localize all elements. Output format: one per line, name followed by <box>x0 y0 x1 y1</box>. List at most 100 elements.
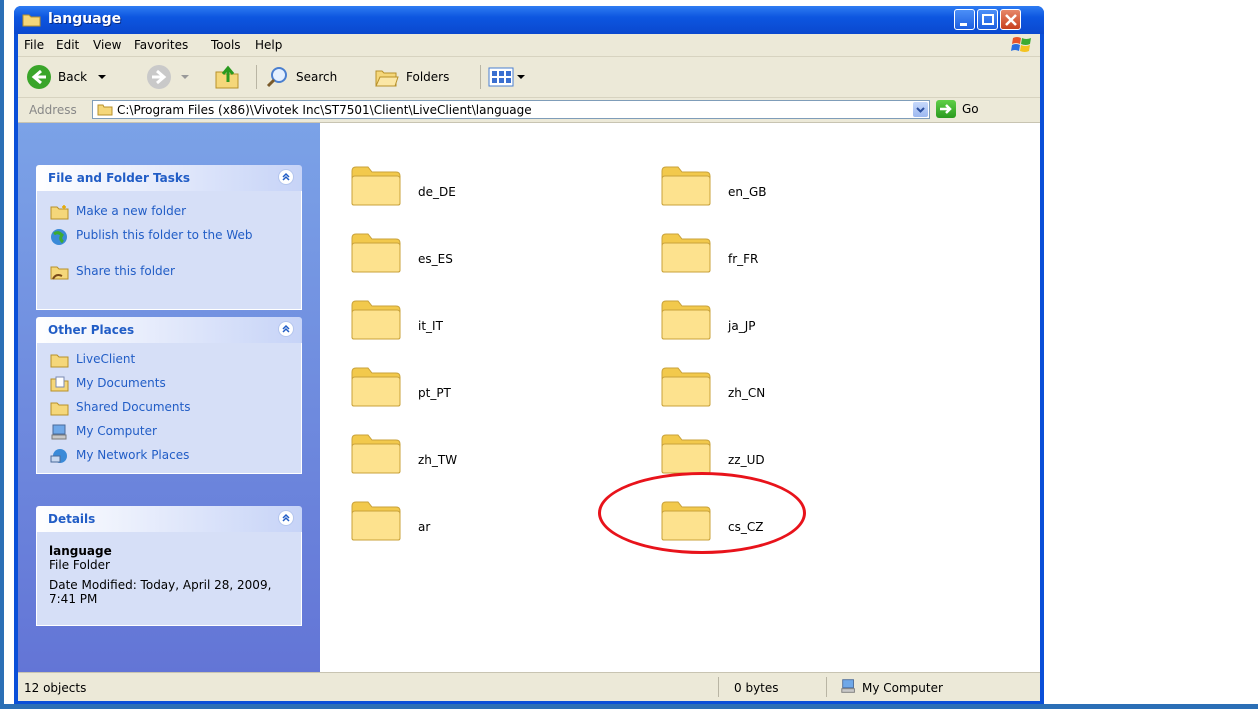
minimize-button[interactable] <box>954 9 975 30</box>
place-label: My Computer <box>76 424 157 438</box>
page-border-left <box>0 0 4 709</box>
forward-button[interactable] <box>146 63 192 91</box>
maximize-button[interactable] <box>977 9 998 30</box>
toolbar-separator <box>480 65 481 89</box>
address-bar: Address C:\Program Files (x86)\Vivotek I… <box>18 98 1040 123</box>
address-dropdown-button[interactable] <box>913 102 928 117</box>
title-bar[interactable]: language <box>14 6 1044 34</box>
back-button[interactable]: Back <box>26 63 109 91</box>
folder-name: en_GB <box>728 185 767 199</box>
task-make-new-folder[interactable]: Make a new folder <box>37 201 301 225</box>
place-my-network-places[interactable]: My Network Places <box>37 445 301 469</box>
collapse-icon[interactable] <box>278 169 294 185</box>
folder-name: de_DE <box>418 185 456 199</box>
folder-name: it_IT <box>418 319 443 333</box>
menu-help[interactable]: Help <box>255 38 282 52</box>
place-label: LiveClient <box>76 352 136 366</box>
folder-item[interactable]: es_ES <box>338 218 598 278</box>
panel-body: Make a new folder Publish this folder to… <box>36 191 302 310</box>
folder-item[interactable]: pt_PT <box>338 352 598 412</box>
panel-title: File and Folder Tasks <box>48 171 191 185</box>
details-modified: Date Modified: Today, April 28, 2009, 7:… <box>49 578 272 606</box>
close-button[interactable] <box>1000 9 1021 30</box>
menu-edit[interactable]: Edit <box>56 38 79 52</box>
share-folder-icon <box>50 266 69 280</box>
place-liveclient[interactable]: LiveClient <box>37 349 301 373</box>
client-area: File and Folder Tasks Make a new folder … <box>18 123 1040 672</box>
window-title: language <box>48 11 122 27</box>
folder-item[interactable]: de_DE <box>338 151 598 211</box>
folder-icon <box>350 431 402 478</box>
panel-header[interactable]: Details <box>36 506 302 532</box>
status-object-count: 12 objects <box>24 681 87 695</box>
address-path: C:\Program Files (x86)\Vivotek Inc\ST750… <box>117 103 532 117</box>
address-input[interactable]: C:\Program Files (x86)\Vivotek Inc\ST750… <box>92 100 930 119</box>
folder-name: zz_UD <box>728 453 765 467</box>
folder-name: es_ES <box>418 252 453 266</box>
folder-item[interactable]: en_GB <box>648 151 908 211</box>
task-publish-web[interactable]: Publish this folder to the Web <box>37 225 301 261</box>
network-icon <box>50 449 67 463</box>
place-label: Shared Documents <box>76 400 191 414</box>
folder-icon <box>350 297 402 344</box>
folder-item[interactable]: it_IT <box>338 285 598 345</box>
status-size: 0 bytes <box>734 681 779 695</box>
status-separator <box>718 677 719 697</box>
menu-view[interactable]: View <box>93 38 121 52</box>
status-bar: 12 objects 0 bytes My Computer <box>18 672 1040 701</box>
folders-button[interactable]: Folders <box>374 63 449 91</box>
place-my-computer[interactable]: My Computer <box>37 421 301 445</box>
collapse-icon[interactable] <box>278 510 294 526</box>
task-share-folder[interactable]: Share this folder <box>37 261 301 285</box>
other-places-panel: Other Places LiveClient My Documents Sha… <box>36 317 302 474</box>
folder-icon <box>350 230 402 277</box>
folder-item[interactable]: fr_FR <box>648 218 908 278</box>
folder-name: zh_TW <box>418 453 458 467</box>
folder-item[interactable]: ar <box>338 486 598 546</box>
views-button[interactable] <box>488 63 526 91</box>
panel-header[interactable]: File and Folder Tasks <box>36 165 302 191</box>
publish-web-icon <box>51 229 67 245</box>
task-label: Publish this folder to the Web <box>76 228 253 242</box>
search-icon <box>266 67 287 88</box>
windows-logo-icon <box>1011 37 1031 52</box>
address-label: Address <box>29 103 77 117</box>
maximize-icon <box>982 14 994 25</box>
folder-icon <box>660 364 712 411</box>
details-name: language <box>49 544 112 558</box>
computer-icon <box>841 679 855 693</box>
folder-icon <box>97 104 113 116</box>
chevron-down-icon <box>98 75 107 79</box>
panel-body: language File Folder Date Modified: Toda… <box>36 532 302 626</box>
folder-name: zh_CN <box>728 386 766 400</box>
folder-icon <box>50 354 69 368</box>
minimize-icon <box>960 23 967 26</box>
place-shared-documents[interactable]: Shared Documents <box>37 397 301 421</box>
folder-item[interactable]: ja_JP <box>648 285 908 345</box>
folder-name: pt_PT <box>418 386 451 400</box>
folder-item[interactable]: zh_TW <box>338 419 598 479</box>
collapse-icon[interactable] <box>278 321 294 337</box>
up-folder-icon <box>215 65 239 89</box>
menu-favorites[interactable]: Favorites <box>134 38 188 52</box>
folder-icon <box>50 402 69 416</box>
page-border-bottom <box>0 704 1258 709</box>
panel-header[interactable]: Other Places <box>36 317 302 343</box>
search-button[interactable]: Search <box>266 63 337 91</box>
toolbar-separator <box>256 65 257 89</box>
new-folder-icon <box>50 205 69 220</box>
go-button[interactable]: Go <box>936 100 979 118</box>
views-icon <box>488 67 514 87</box>
folder-item[interactable]: zh_CN <box>648 352 908 412</box>
folder-item[interactable]: zz_UD <box>648 419 908 479</box>
menu-file[interactable]: File <box>24 38 44 52</box>
menu-bar: File Edit View Favorites Tools Help <box>18 34 1040 57</box>
up-folder-button[interactable] <box>214 63 242 91</box>
go-arrow-icon <box>936 100 956 118</box>
menu-tools[interactable]: Tools <box>211 38 241 52</box>
status-separator <box>826 677 827 697</box>
panel-title: Other Places <box>48 323 135 337</box>
folder-icon <box>660 431 712 478</box>
place-my-documents[interactable]: My Documents <box>37 373 301 397</box>
back-arrow-icon <box>27 65 51 89</box>
